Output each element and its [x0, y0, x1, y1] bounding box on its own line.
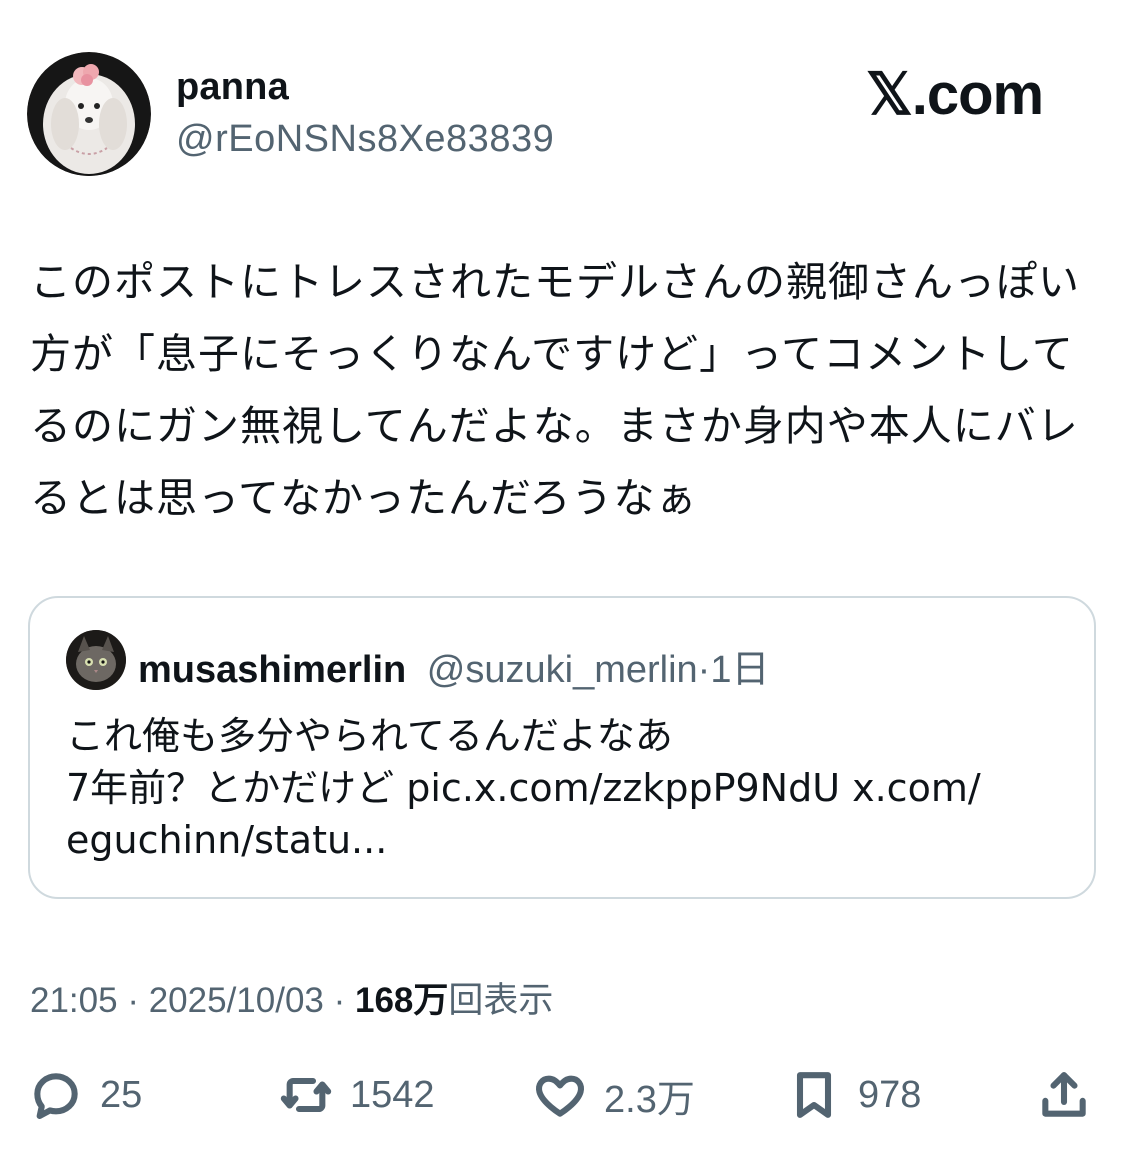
action-bar: 25 1542 2.3万 978	[0, 1060, 1125, 1130]
x-logo: 𝕏.com	[866, 62, 1044, 127]
post-time[interactable]: 21:05	[30, 981, 118, 1020]
retweet-button[interactable]: 1542	[278, 1060, 435, 1130]
quoted-author-avatar[interactable]	[66, 630, 126, 690]
author-avatar[interactable]	[27, 52, 151, 176]
bookmark-count: 978	[858, 1073, 922, 1116]
heart-icon	[536, 1075, 584, 1117]
author-handle[interactable]: @rEoNSNs8Xe83839	[176, 118, 554, 161]
reply-count: 25	[100, 1073, 143, 1116]
retweet-count: 1542	[350, 1073, 435, 1116]
quoted-post-text: これ俺も多分やられてるんだよなあ 7年前？とかだけど pic.x.com/zzk…	[66, 714, 981, 862]
post-screenshot: panna @rEoNSNs8Xe83839 𝕏.com このポストにトレスされ…	[0, 0, 1125, 1149]
share-icon	[1042, 1072, 1086, 1117]
quoted-author-handle[interactable]: @suzuki_merlin	[427, 649, 698, 691]
views-count[interactable]: 168万	[355, 981, 448, 1020]
reply-icon	[34, 1073, 78, 1120]
views-label: 回表示	[448, 981, 554, 1020]
meta-separator: ·	[323, 981, 355, 1020]
share-button[interactable]	[1036, 1060, 1092, 1130]
reply-button[interactable]: 25	[28, 1060, 142, 1130]
bookmark-icon	[796, 1072, 832, 1118]
post-text: このポストにトレスされたモデルさんの親御さんっぽい方が「息子にそっくりなんですけ…	[30, 258, 1080, 522]
like-count: 2.3万	[604, 1078, 695, 1121]
quoted-separator: ·	[697, 649, 711, 691]
post-meta: 21:05 · 2025/10/03 · 168万回表示	[30, 972, 553, 1023]
quoted-post-time[interactable]: 1日	[710, 649, 769, 691]
meta-separator: ·	[117, 981, 149, 1020]
quoted-post-header: musashimerlin @suzuki_merlin·1日	[138, 638, 769, 693]
cat-avatar-image	[66, 630, 126, 690]
retweet-icon	[280, 1077, 332, 1113]
post-date[interactable]: 2025/10/03	[149, 981, 324, 1020]
quoted-author-name[interactable]: musashimerlin	[138, 649, 406, 691]
author-display-name[interactable]: panna	[176, 66, 289, 109]
bookmark-button[interactable]: 978	[786, 1060, 921, 1130]
quoted-post-card[interactable]: musashimerlin @suzuki_merlin·1日 これ俺も多分やら…	[28, 596, 1096, 899]
poodle-avatar-image	[27, 52, 151, 176]
like-button[interactable]: 2.3万	[532, 1060, 695, 1130]
